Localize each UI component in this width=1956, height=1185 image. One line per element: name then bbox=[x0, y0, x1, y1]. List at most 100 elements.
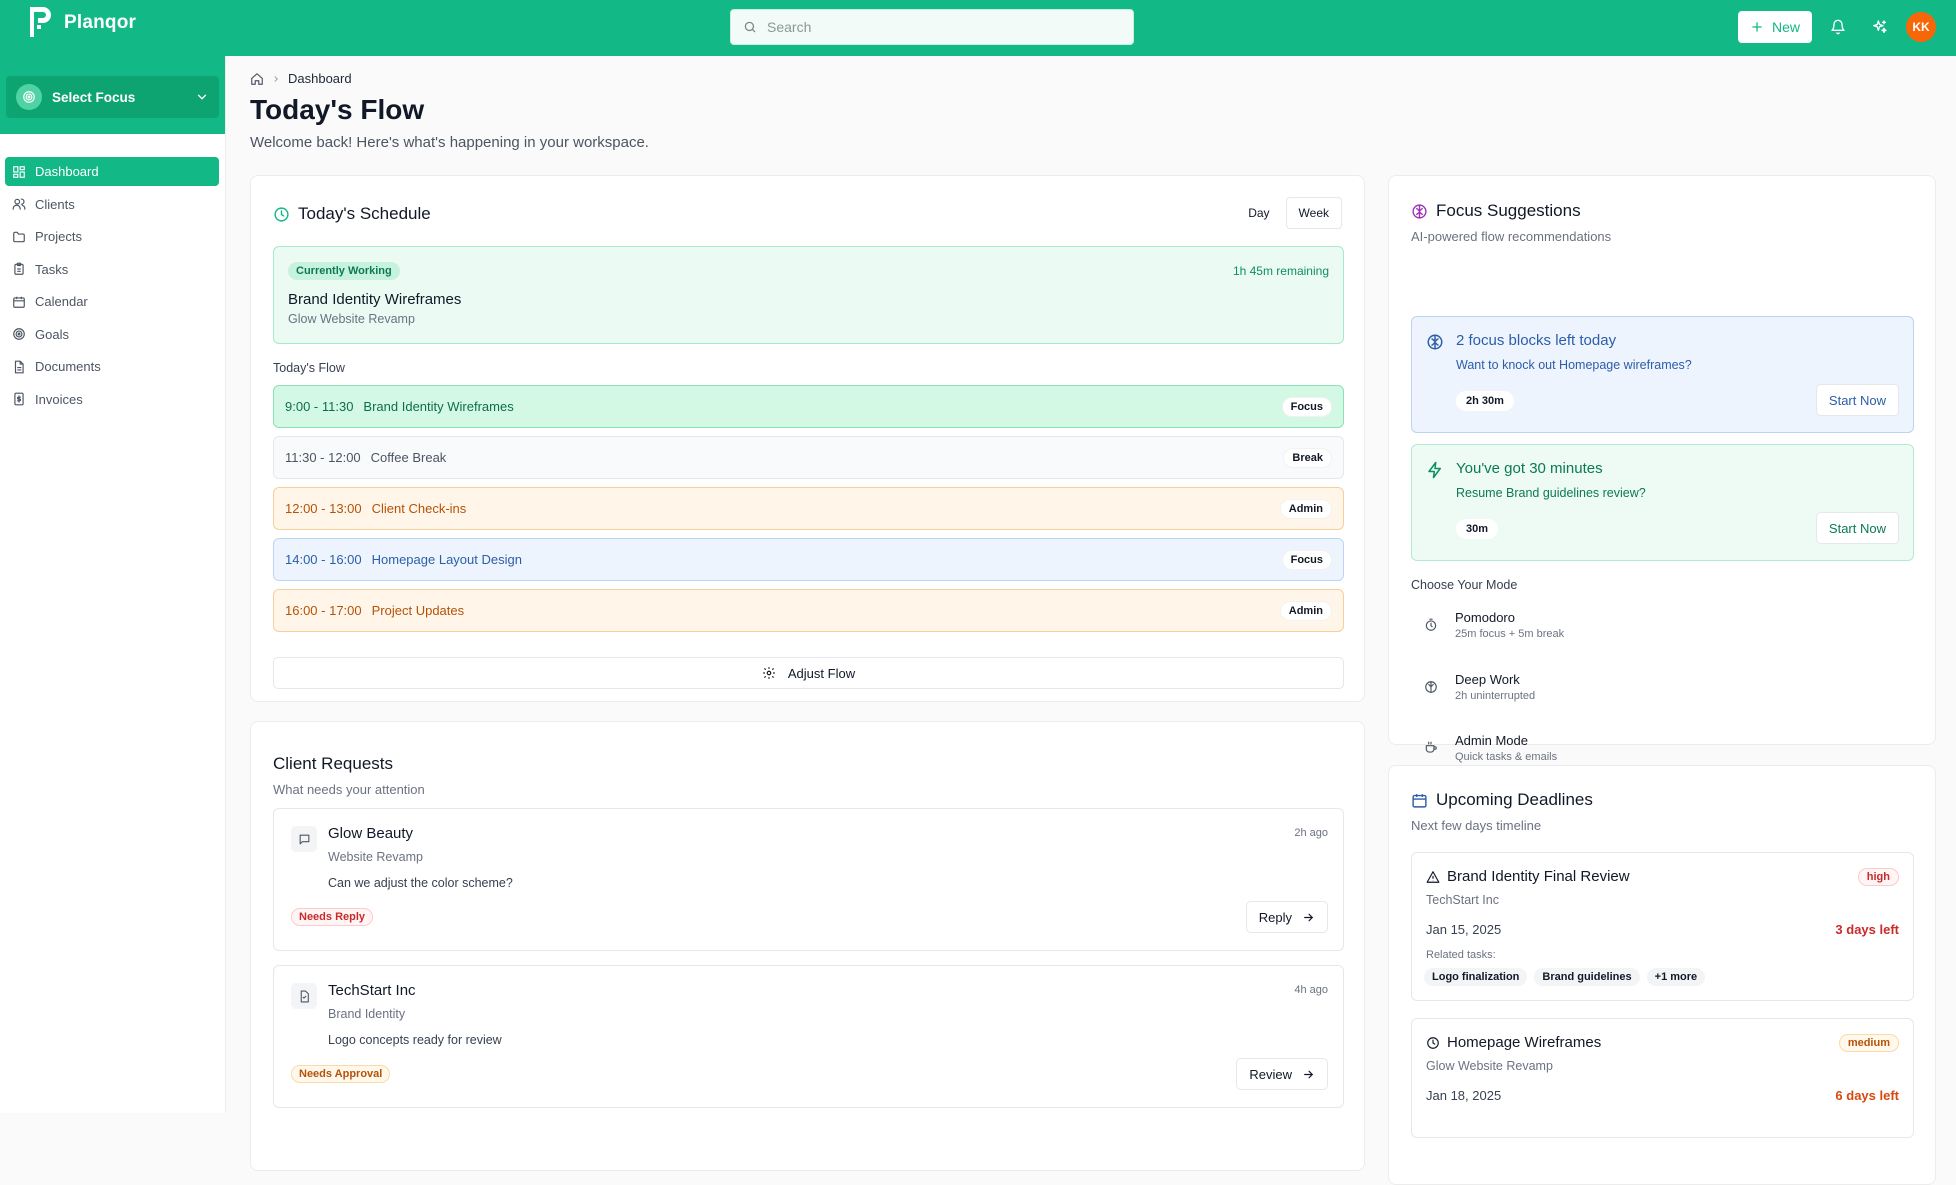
adjust-flow-label: Adjust Flow bbox=[787, 665, 856, 681]
start-now-button[interactable]: Start Now bbox=[1815, 384, 1899, 416]
sidebar-item-projects[interactable]: Projects bbox=[5, 222, 219, 251]
currently-working-badge: Currently Working bbox=[288, 262, 400, 280]
request-message: Logo concepts ready for review bbox=[328, 1033, 502, 1047]
home-icon[interactable] bbox=[250, 72, 264, 86]
ai-assistant-button[interactable] bbox=[1869, 16, 1891, 38]
suggestion-card[interactable]: You've got 30 minutes Resume Brand guide… bbox=[1411, 444, 1914, 561]
new-button[interactable]: New bbox=[1738, 11, 1812, 43]
suggestions-subtitle: AI-powered flow recommendations bbox=[1411, 229, 1612, 244]
flow-slot[interactable]: 11:30 - 12:00 Coffee Break Break bbox=[273, 436, 1344, 479]
toggle-week[interactable]: Week bbox=[1285, 197, 1342, 229]
related-tasks-label: Related tasks: bbox=[1426, 949, 1496, 961]
clipboard-icon bbox=[14, 262, 24, 275]
sparkles-icon bbox=[1873, 20, 1887, 33]
deadlines-subtitle: Next few days timeline bbox=[1411, 818, 1542, 833]
reply-button[interactable]: Reply bbox=[1245, 901, 1328, 933]
sidebar-item-tasks[interactable]: Tasks bbox=[5, 255, 219, 284]
toggle-day[interactable]: Day bbox=[1236, 197, 1281, 229]
deadline-title-row: Brand Identity Final Review bbox=[1426, 868, 1630, 885]
slot-time: 12:00 - 13:00 bbox=[285, 501, 362, 516]
app-name: Planqor bbox=[64, 12, 137, 33]
request-project: Brand Identity bbox=[328, 1007, 406, 1021]
review-button[interactable]: Review bbox=[1236, 1058, 1328, 1090]
mode-pomodoro[interactable]: Pomodoro 25m focus + 5m break bbox=[1411, 602, 1914, 648]
brain-icon bbox=[1425, 681, 1437, 693]
sidebar-item-documents[interactable]: Documents bbox=[5, 352, 219, 381]
focus-select-label: Select Focus bbox=[52, 89, 136, 105]
mode-subtitle: 2h uninterrupted bbox=[1455, 690, 1536, 702]
sidebar-item-label: Invoices bbox=[35, 391, 83, 407]
requests-title: Client Requests bbox=[273, 754, 394, 773]
page-title: Today's Flow bbox=[250, 94, 425, 125]
deadlines-header: Upcoming Deadlines Next few days timelin… bbox=[1411, 790, 1593, 833]
request-time: 2h ago bbox=[1294, 827, 1328, 839]
page-subtitle: Welcome back! Here's what's happening in… bbox=[250, 134, 649, 151]
document-icon bbox=[14, 360, 24, 373]
slot-title: Client Check-ins bbox=[371, 501, 467, 516]
focus-select-dropdown[interactable]: Select Focus bbox=[6, 76, 219, 118]
search-icon bbox=[744, 21, 756, 33]
flow-list: 9:00 - 11:30 Brand Identity Wireframes F… bbox=[273, 385, 1344, 640]
related-task-tag[interactable]: +1 more bbox=[1646, 968, 1706, 986]
suggestion-subtitle: Resume Brand guidelines review? bbox=[1456, 486, 1646, 500]
sidebar-item-dashboard[interactable]: Dashboard bbox=[5, 157, 219, 186]
arrow-right-icon bbox=[1304, 913, 1314, 921]
suggestion-card[interactable]: 2 focus blocks left today Want to knock … bbox=[1411, 316, 1914, 433]
suggestion-title: You've got 30 minutes bbox=[1456, 460, 1603, 477]
clock-icon bbox=[274, 206, 289, 222]
sidebar-item-invoices[interactable]: Invoices bbox=[5, 385, 219, 414]
request-time: 4h ago bbox=[1294, 984, 1328, 996]
related-task-tag[interactable]: Brand guidelines bbox=[1534, 968, 1640, 986]
mode-deep-work[interactable]: Deep Work 2h uninterrupted bbox=[1411, 664, 1914, 710]
request-item[interactable]: Glow Beauty Website Revamp Can we adjust… bbox=[273, 808, 1344, 951]
current-task-card[interactable]: Currently Working 1h 45m remaining Brand… bbox=[273, 246, 1344, 344]
time-remaining: 1h 45m remaining bbox=[1232, 264, 1329, 278]
user-avatar[interactable]: KK bbox=[1906, 12, 1936, 42]
mode-subtitle: Quick tasks & emails bbox=[1455, 751, 1558, 763]
flow-slot[interactable]: 9:00 - 11:30 Brand Identity Wireframes F… bbox=[273, 385, 1344, 428]
search-input[interactable] bbox=[767, 19, 1127, 35]
lightning-icon bbox=[1428, 461, 1441, 479]
adjust-flow-button[interactable]: Adjust Flow bbox=[273, 657, 1344, 689]
search-box[interactable] bbox=[730, 9, 1134, 45]
schedule-title: Today's Schedule bbox=[298, 204, 431, 223]
focus-suggestions-card: Focus Suggestions AI-powered flow recomm… bbox=[1388, 175, 1936, 763]
sidebar-item-label: Goals bbox=[35, 326, 69, 342]
deadline-title-row: Homepage Wireframes bbox=[1426, 1034, 1601, 1051]
sidebar-item-calendar[interactable]: Calendar bbox=[5, 287, 219, 316]
start-now-button[interactable]: Start Now bbox=[1815, 512, 1899, 544]
file-icon bbox=[291, 983, 317, 1009]
sidebar-item-goals[interactable]: Goals bbox=[5, 320, 219, 349]
flow-slot[interactable]: 16:00 - 17:00 Project Updates Admin bbox=[273, 589, 1344, 632]
plus-icon bbox=[1752, 22, 1762, 32]
flow-slot[interactable]: 12:00 - 13:00 Client Check-ins Admin bbox=[273, 487, 1344, 530]
slot-time: 16:00 - 17:00 bbox=[285, 603, 362, 618]
slot-tag: Focus bbox=[1281, 549, 1332, 570]
calendar-icon bbox=[1412, 793, 1427, 808]
view-toggle: Day Week bbox=[1236, 197, 1342, 229]
suggestions-title: Focus Suggestions bbox=[1436, 201, 1581, 220]
upcoming-deadlines-card: Upcoming Deadlines Next few days timelin… bbox=[1388, 765, 1936, 1185]
request-item[interactable]: TechStart Inc Brand Identity Logo concep… bbox=[273, 965, 1344, 1108]
deadlines-title: Upcoming Deadlines bbox=[1436, 790, 1593, 809]
mode-label: Choose Your Mode bbox=[1411, 578, 1518, 592]
sidebar-item-label: Documents bbox=[35, 359, 101, 374]
suggestion-title: 2 focus blocks left today bbox=[1456, 332, 1617, 349]
client-requests-card: Client Requests What needs your attentio… bbox=[250, 721, 1365, 1171]
related-tasks: Logo finalization Brand guidelines +1 mo… bbox=[1424, 968, 1706, 986]
deadline-item[interactable]: Homepage Wireframes medium Glow Website … bbox=[1411, 1018, 1914, 1138]
notifications-button[interactable] bbox=[1827, 16, 1849, 38]
flow-slot[interactable]: 14:00 - 16:00 Homepage Layout Design Foc… bbox=[273, 538, 1344, 581]
sidebar-item-clients[interactable]: Clients bbox=[5, 190, 219, 219]
breadcrumb-current: Dashboard bbox=[288, 71, 352, 86]
app-logo[interactable]: Planqor bbox=[28, 6, 136, 40]
mode-title: Admin Mode bbox=[1455, 733, 1528, 748]
calendar-icon bbox=[13, 296, 25, 308]
focus-panel: Select Focus bbox=[0, 56, 225, 134]
folder-icon bbox=[13, 231, 25, 242]
request-project: Website Revamp bbox=[328, 850, 423, 864]
related-task-tag[interactable]: Logo finalization bbox=[1424, 968, 1528, 986]
slot-tag: Admin bbox=[1279, 498, 1332, 519]
sidebar-item-label: Dashboard bbox=[35, 164, 99, 179]
deadline-item[interactable]: Brand Identity Final Review high TechSta… bbox=[1411, 852, 1914, 1001]
